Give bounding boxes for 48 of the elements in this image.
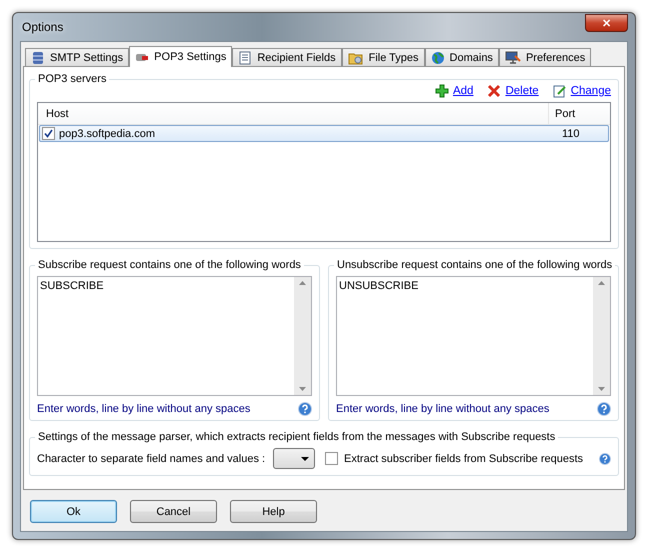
column-header[interactable]: Port bbox=[548, 103, 610, 124]
help-icon[interactable] bbox=[597, 402, 611, 416]
help-icon[interactable] bbox=[298, 402, 312, 416]
group-title: Settings of the message parser, which extracts recipient fields from the messages with Subscribe requests bbox=[35, 431, 558, 443]
scroll-down-icon[interactable] bbox=[598, 387, 605, 391]
column-header[interactable]: Host bbox=[38, 108, 548, 120]
group-title: POP3 servers bbox=[35, 73, 110, 85]
dialog-button[interactable]: Cancel bbox=[130, 500, 217, 523]
scroll-up-icon[interactable] bbox=[299, 281, 306, 285]
tab[interactable]: Preferences bbox=[498, 48, 592, 66]
separator-dropdown[interactable] bbox=[273, 448, 316, 469]
tab[interactable]: SMTP Settings bbox=[25, 48, 130, 66]
action-link[interactable]: Change bbox=[552, 84, 611, 98]
dialog-button[interactable]: Ok bbox=[30, 500, 117, 523]
checkmark-icon bbox=[44, 129, 53, 138]
database-icon bbox=[31, 50, 45, 64]
action-link[interactable]: Delete bbox=[487, 84, 539, 98]
host-cell-text: pop3.softpedia.com bbox=[59, 128, 156, 140]
pencil-note-icon bbox=[552, 84, 567, 98]
tab[interactable]: Recipient Fields bbox=[232, 48, 342, 66]
separator-label: Character to separate field names and values : bbox=[37, 452, 266, 464]
monitor-icon bbox=[504, 50, 521, 64]
action-link[interactable]: Add bbox=[434, 84, 474, 98]
help-icon[interactable] bbox=[599, 452, 611, 466]
window-title: Options bbox=[21, 20, 64, 34]
server-row[interactable]: pop3.softpedia.com 110 bbox=[39, 125, 609, 142]
checkbox[interactable] bbox=[325, 452, 338, 465]
plus-icon bbox=[434, 84, 449, 98]
dropdown-arrow-icon bbox=[301, 456, 310, 460]
group-title: Subscribe request contains one of the following words bbox=[35, 259, 304, 271]
scroll-up-icon[interactable] bbox=[598, 281, 605, 285]
globe-icon bbox=[430, 50, 445, 64]
checkbox-label: Extract subscriber fields from Subscribe requests bbox=[344, 452, 584, 464]
hint-text: Enter words, line by line without any spaces bbox=[37, 403, 250, 415]
scroll-down-icon[interactable] bbox=[299, 387, 306, 391]
words-text-area[interactable]: SUBSCRIBE bbox=[37, 276, 312, 396]
group-title: Unsubscribe request contains one of the following words bbox=[334, 259, 616, 271]
tab[interactable]: Domains bbox=[424, 48, 499, 66]
cross-icon bbox=[487, 84, 502, 98]
close-button[interactable]: ✕ bbox=[585, 14, 628, 32]
port-cell-text: 110 bbox=[561, 128, 581, 140]
hint-text: Enter words, line by line without any spaces bbox=[336, 403, 550, 415]
folder-gear-icon bbox=[348, 50, 364, 64]
checkbox[interactable] bbox=[42, 127, 55, 140]
tab[interactable]: File Types bbox=[342, 48, 425, 66]
tab[interactable]: POP3 Settings bbox=[129, 46, 232, 67]
words-text-area[interactable]: UNSUBSCRIBE bbox=[336, 276, 611, 396]
dialog-button[interactable]: Help bbox=[230, 500, 317, 523]
